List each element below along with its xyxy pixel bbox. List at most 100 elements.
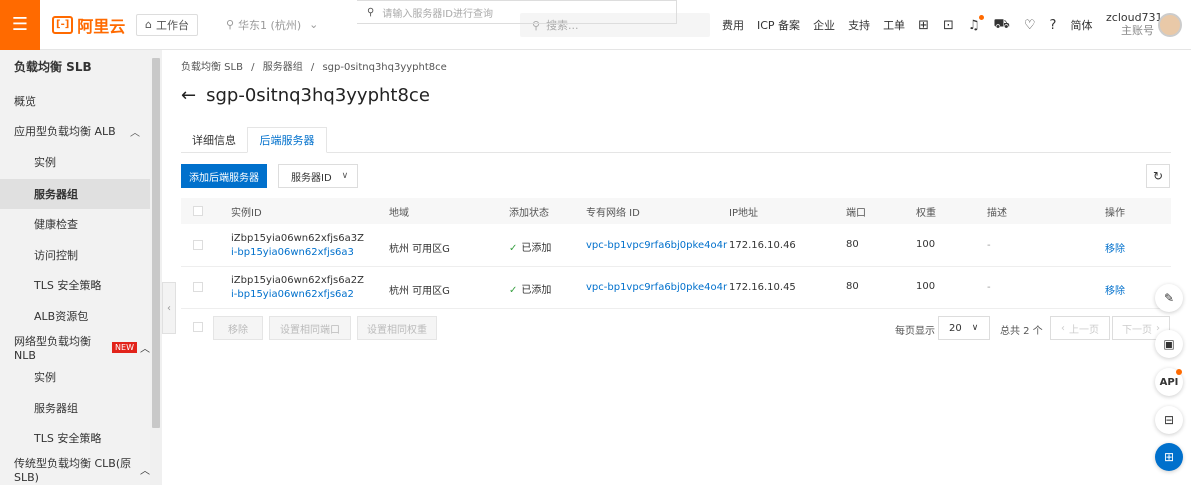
ip-cell: 172.16.10.46 — [729, 240, 796, 251]
sidebar-item-overview[interactable]: 概览 — [14, 86, 150, 116]
app-icon[interactable]: ⊞ — [918, 18, 929, 33]
sidebar-item-nlb-instances[interactable]: 实例 — [34, 362, 170, 392]
lightbulb-icon[interactable]: ♡ — [1024, 18, 1036, 33]
instance-id-link[interactable]: i-bp15yia06wn62xfjs6a3 — [231, 247, 354, 258]
back-arrow-icon[interactable]: ← — [181, 85, 196, 106]
breadcrumb-separator: / — [310, 62, 315, 73]
footer-select-all-checkbox[interactable] — [193, 322, 203, 332]
region-selector[interactable]: ⚲ 华东1 (杭州) ⌄ — [218, 14, 326, 36]
notification-dot — [978, 14, 984, 20]
document-icon: ▣ — [1163, 337, 1175, 351]
add-backend-server-button[interactable]: 添加后端服务器 — [181, 164, 267, 188]
help-icon[interactable]: ? — [1050, 18, 1057, 33]
chat-icon: ⊟ — [1163, 413, 1175, 427]
topbar-link-ticket[interactable]: 工单 — [883, 17, 905, 33]
column-header-actions: 操作 — [1105, 207, 1125, 219]
tab-details[interactable]: 详细信息 — [181, 127, 247, 153]
chevron-up-icon: ︿ — [140, 343, 150, 355]
chevron-down-icon: ∨ — [341, 171, 349, 181]
prev-page-button[interactable]: ‹ 上一页 — [1050, 316, 1110, 340]
apps-float-button[interactable]: ⊞ — [1155, 443, 1183, 471]
sidebar-item-alb-health-check[interactable]: 健康检查 — [34, 209, 170, 239]
breadcrumb-item[interactable]: 负载均衡 SLB — [181, 62, 243, 73]
refresh-button[interactable]: ↻ — [1146, 164, 1170, 188]
description-cell: - — [987, 282, 991, 293]
breadcrumb-separator: / — [251, 62, 255, 73]
status-cell: ✓ 已添加 — [509, 239, 551, 254]
breadcrumb: 负载均衡 SLB / 服务器组 / sgp-0sitnq3hq3yypht8ce — [181, 58, 447, 73]
new-badge: NEW — [112, 341, 137, 353]
breadcrumb-current: sgp-0sitnq3hq3yypht8ce — [322, 62, 447, 73]
server-search-input[interactable]: ⚲ 请输入服务器ID进行查询 — [357, 0, 677, 24]
workbench-button[interactable]: ⌂ 工作台 — [136, 13, 198, 36]
status-text: 已添加 — [521, 285, 552, 296]
chevron-down-icon: ∨ — [971, 323, 979, 333]
weight-cell: 100 — [916, 281, 936, 292]
instance-name: iZbp15yia06wn62xfjs6a3Z — [231, 233, 364, 244]
status-cell: ✓ 已添加 — [509, 281, 551, 296]
sidebar-group-label: 传统型负载均衡 CLB(原SLB) — [14, 456, 132, 484]
instance-id-link[interactable]: i-bp15yia06wn62xfjs6a2 — [231, 289, 354, 300]
sidebar-item-nlb-server-groups[interactable]: 服务器组 — [34, 393, 170, 423]
sidebar-item-alb-resource-pack[interactable]: ALB资源包 — [34, 301, 170, 331]
select-all-checkbox[interactable] — [193, 206, 203, 216]
sidebar-item-alb-server-groups[interactable]: 服务器组 — [0, 179, 150, 209]
edit-float-button[interactable]: ✎ — [1155, 284, 1183, 312]
column-header-region: 地域 — [389, 207, 409, 219]
notification-dot — [1176, 369, 1182, 375]
check-icon: ✓ — [509, 285, 518, 296]
logo-mark: [-] — [52, 15, 74, 34]
breadcrumb-item[interactable]: 服务器组 — [263, 62, 303, 73]
bell-icon[interactable]: ♫ — [968, 14, 984, 33]
vpc-id-link[interactable]: vpc-bp1vpc9rfa6bj0pke4o4r — [586, 240, 727, 251]
sidebar-group-alb[interactable]: 应用型负载均衡 ALB ︿ — [14, 116, 150, 146]
set-same-weight-button[interactable]: 设置相同权重 — [357, 316, 437, 340]
tab-backend-servers[interactable]: 后端服务器 — [247, 127, 327, 153]
chevron-left-icon: ‹ — [1061, 322, 1065, 334]
set-same-port-button[interactable]: 设置相同端口 — [269, 316, 351, 340]
avatar[interactable] — [1158, 13, 1182, 37]
language-selector[interactable]: 简体 — [1070, 17, 1092, 33]
vpc-id-link[interactable]: vpc-bp1vpc9rfa6bj0pke4o4r — [586, 282, 727, 293]
search-icon: ⚲ — [367, 6, 375, 18]
sidebar-collapse-handle[interactable]: ‹ — [162, 282, 176, 334]
remove-link[interactable]: 移除 — [1105, 282, 1125, 297]
per-page-value: 20 — [949, 322, 962, 334]
feedback-float-button[interactable]: ⊟ — [1155, 406, 1183, 434]
sidebar-item-alb-access-control[interactable]: 访问控制 — [34, 240, 170, 270]
remove-link[interactable]: 移除 — [1105, 240, 1125, 255]
sidebar-item-alb-instances[interactable]: 实例 — [34, 147, 170, 177]
row-checkbox[interactable] — [193, 240, 203, 250]
row-checkbox[interactable] — [193, 282, 203, 292]
topbar-link-icp[interactable]: ICP 备案 — [757, 17, 800, 33]
topbar-link-enterprise[interactable]: 企业 — [813, 17, 835, 33]
sidebar-item-alb-tls[interactable]: TLS 安全策略 — [34, 270, 170, 300]
filter-field-select[interactable]: 服务器ID ∨ — [278, 164, 358, 188]
sidebar-group-label: 网络型负载均衡 NLB — [14, 334, 91, 362]
sidebar-group-nlb[interactable]: 网络型负载均衡 NLB NEW ︿ — [14, 332, 150, 362]
terminal-icon[interactable]: ⊡ — [943, 18, 954, 33]
chevron-down-icon: ⌄ — [309, 18, 319, 31]
sidebar-item-nlb-tls[interactable]: TLS 安全策略 — [34, 423, 170, 453]
topbar-link-fees[interactable]: 费用 — [722, 17, 744, 33]
user-info[interactable]: zcloud731 主账号 — [1106, 11, 1163, 37]
filter-field-label: 服务器ID — [291, 172, 332, 184]
cart-icon[interactable]: ⛟ — [994, 17, 1010, 34]
sidebar-title: 负载均衡 SLB — [14, 60, 92, 74]
menu-icon[interactable]: ☰ — [0, 0, 40, 50]
batch-remove-button[interactable]: 移除 — [213, 316, 263, 340]
tab-bar: 详细信息 后端服务器 — [181, 127, 1171, 153]
page-title: ← sgp-0sitnq3hq3yypht8ce — [181, 85, 430, 106]
per-page-select[interactable]: 20 ∨ — [938, 316, 990, 340]
docs-float-button[interactable]: ▣ — [1155, 330, 1183, 358]
per-page-label: 每页显示 — [895, 326, 935, 337]
region-label: 华东1 (杭州) — [238, 18, 302, 32]
aliyun-logo[interactable]: [-] 阿里云 — [52, 13, 132, 37]
column-header-port: 端口 — [846, 207, 866, 219]
api-float-button[interactable]: API — [1155, 368, 1183, 396]
sidebar-group-clb[interactable]: 传统型负载均衡 CLB(原SLB) ︿ — [14, 454, 150, 484]
topbar-link-support[interactable]: 支持 — [848, 17, 870, 33]
status-text: 已添加 — [521, 243, 552, 254]
column-header-instance-id: 实例ID — [231, 207, 262, 219]
column-header-status: 添加状态 — [509, 207, 549, 219]
